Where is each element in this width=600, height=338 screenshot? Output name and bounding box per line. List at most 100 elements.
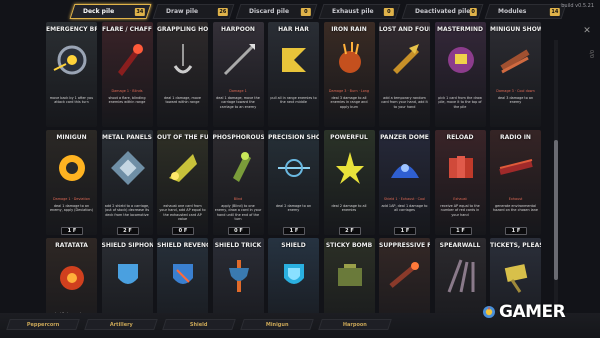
card-out-of-the-furnace[interactable]: OUT OF THE FURNACEexhaust one card from … <box>157 130 208 235</box>
card-phosphorous-rounds[interactable]: PHOSPHOROUS ROUNDSBlindapply (Blind) to … <box>212 130 264 235</box>
card-name: POWERFUL <box>330 134 368 141</box>
card-name: LOST AND FOUND <box>379 26 430 33</box>
trick-icon <box>228 260 249 292</box>
card-description: move back by 1 after you attack card thi… <box>49 96 94 105</box>
card-keywords: Exhaust <box>508 197 523 201</box>
tab-discard-pile[interactable]: Discard pile 0 <box>235 3 318 19</box>
card-name: RADIO IN <box>500 134 531 141</box>
card-harpoon[interactable]: HARPOON Damage 1 deal 1 damage, move the c… <box>212 22 264 127</box>
card-cost-badge: 2 F <box>338 227 361 235</box>
card-cost-badge: 1 F <box>283 227 305 235</box>
close-icon[interactable]: ✕ <box>582 26 592 36</box>
card-name: SHIELD TRICK <box>214 242 262 249</box>
revenge-icon <box>173 264 193 284</box>
card-name: RELOAD <box>446 134 474 141</box>
harhar-icon <box>282 48 306 72</box>
card-radio-in[interactable]: RADIO IN Exhaust generate environmental ha… <box>490 130 541 235</box>
watermark-text: GAMER <box>499 302 566 322</box>
watermark: GAMER <box>482 302 566 322</box>
ratatata-icon <box>60 266 84 290</box>
minigun-icon <box>59 155 85 181</box>
precision-icon <box>278 159 310 177</box>
card-metal-panels[interactable]: METAL PANELS add 2 shield to a carriage, … <box>101 130 153 235</box>
card-minigun-shower[interactable]: MINIGUN SHOWER Damage 3 · Cool down deal 3… <box>490 22 541 127</box>
card-mastermind[interactable]: MASTERMIND pick 1 card from the draw pile… <box>434 22 486 127</box>
card-cost-badge: 1 F <box>505 227 527 235</box>
card-cost-badge: 1 F <box>394 227 416 235</box>
tab-label: Exhaust pile <box>332 7 374 15</box>
module-chip-minigun[interactable]: Minigun <box>240 319 314 330</box>
card-cost-badge: 0 F <box>227 227 250 235</box>
scrollbar-thumb[interactable] <box>554 140 558 280</box>
harpoon-icon <box>223 44 255 76</box>
card-precision-shot[interactable]: PRECISION SHOTdeal 2 damage to an enemy1… <box>268 130 319 235</box>
card-keywords: Damage 3 · Burn · Long <box>328 89 370 93</box>
card-panzer-dome[interactable]: PANZER DOME Shield 1 · Exhaust · Cool add … <box>379 130 430 235</box>
powerful-icon <box>335 152 364 184</box>
tab-draw-pile[interactable]: Draw pile 26 <box>152 3 235 19</box>
ironrain-icon <box>338 42 361 73</box>
sticky-icon <box>337 264 362 286</box>
card-name: OUT OF THE FURNACE <box>157 134 208 141</box>
gamer-logo-icon <box>483 306 495 318</box>
mastermind-icon <box>447 47 474 73</box>
pile-tab-bar: Deck pile 34 Draw pile 26 Discard pile 0 Exhau… <box>0 0 600 22</box>
scrollbar[interactable] <box>554 40 558 310</box>
card-name: PANZER DOME <box>380 134 429 141</box>
card-name: PHOSPHOROUS ROUNDS <box>212 134 264 141</box>
build-version: build v0.5.21 <box>561 3 594 9</box>
tab-count-badge: 26 <box>218 7 228 15</box>
card-name: MINIGUN SHOWER <box>490 26 541 33</box>
tab-deck-pile[interactable]: Deck pile 34 <box>69 3 152 19</box>
tab-deactivated-pile[interactable]: Deactivated pile 0 <box>401 3 484 19</box>
card-har-har[interactable]: HAR HAR pull all in range enemies to the … <box>268 22 319 127</box>
module-chip-artillery[interactable]: Artillery <box>84 319 158 330</box>
lost-icon <box>393 44 419 74</box>
module-chip-harpoon[interactable]: Harpoon <box>318 319 392 330</box>
card-keywords: Blind <box>233 197 243 201</box>
module-chip-peppercorn[interactable]: Peppercorn <box>6 319 80 330</box>
card-flare-chaff[interactable]: FLARE / CHAFF Damage 1 · Blinds shoot a fl… <box>101 22 153 127</box>
radio-icon <box>499 159 533 175</box>
card-powerful[interactable]: POWERFUL deal 2 damage to all enemies 2 F <box>323 130 375 235</box>
card-name: METAL PANELS <box>101 134 152 141</box>
card-name: SUPPRESSIVE FIRE <box>379 242 430 249</box>
card-cost-badge: 1 F <box>449 227 472 235</box>
tab-label: Draw pile <box>166 7 199 15</box>
card-description: deal 1 damage, move toward within range <box>163 96 202 105</box>
tab-count-badge: 34 <box>135 7 145 15</box>
card-keywords: Shield 1 · Exhaust · Cool <box>383 197 426 201</box>
tab-count-badge: 0 <box>384 7 394 15</box>
card-reload[interactable]: RELOAD Exhaust receive AP equal to the num… <box>434 130 486 235</box>
card-name: IRON RAIN <box>331 26 367 33</box>
card-name: GRAPPLING HOOK <box>157 26 208 33</box>
tab-modules[interactable]: Modules 14 <box>484 3 567 19</box>
module-chip-shield[interactable]: Shield <box>162 319 236 330</box>
card-name: SPEARWALL <box>439 242 481 249</box>
card-emergency-brake[interactable]: EMERGENCY BRAKE move back by 1 after you … <box>46 22 97 127</box>
card-minigun[interactable]: MINIGUN Damage 1 · Deviation deal 1 damage… <box>46 130 97 235</box>
card-iron-rain[interactable]: IRON RAIN Damage 3 · Burn · Long deal 3 da… <box>323 22 375 127</box>
tab-count-badge: 14 <box>550 7 560 15</box>
deck-viewer-screen: Deck pile 34 Draw pile 26 Discard pile 0 Exhau… <box>0 0 600 338</box>
card-lost-and-found[interactable]: LOST AND FOUND add a temporary random car… <box>379 22 430 127</box>
card-name: MASTERMIND <box>437 26 483 33</box>
card-grappling-hook[interactable]: GRAPPLING HOOK deal 1 damage, move toward… <box>157 22 208 127</box>
tab-exhaust-pile[interactable]: Exhaust pile 0 <box>318 3 401 19</box>
card-name: EMERGENCY BRAKE <box>46 26 97 33</box>
card-cost-badge: 2 F <box>116 227 139 235</box>
card-keywords: Damage 3 · Cool down <box>496 89 535 93</box>
tab-label: Deck pile <box>83 7 115 15</box>
minigunshower-icon <box>500 49 530 74</box>
card-name: STICKY BOMB <box>325 242 373 249</box>
hook-icon <box>173 44 193 74</box>
card-cost-badge: 1 F <box>61 227 83 235</box>
card-name: RATATATA <box>55 242 88 249</box>
card-name: TICKETS, PLEASE! <box>490 242 541 249</box>
card-keywords: Damage 1 <box>229 89 247 93</box>
card-keywords: Damage 1 · Deviation <box>53 197 90 201</box>
brake-icon <box>53 45 87 75</box>
tickets-icon <box>504 264 528 293</box>
phos-icon <box>232 152 251 182</box>
spearwall-icon <box>447 259 474 293</box>
